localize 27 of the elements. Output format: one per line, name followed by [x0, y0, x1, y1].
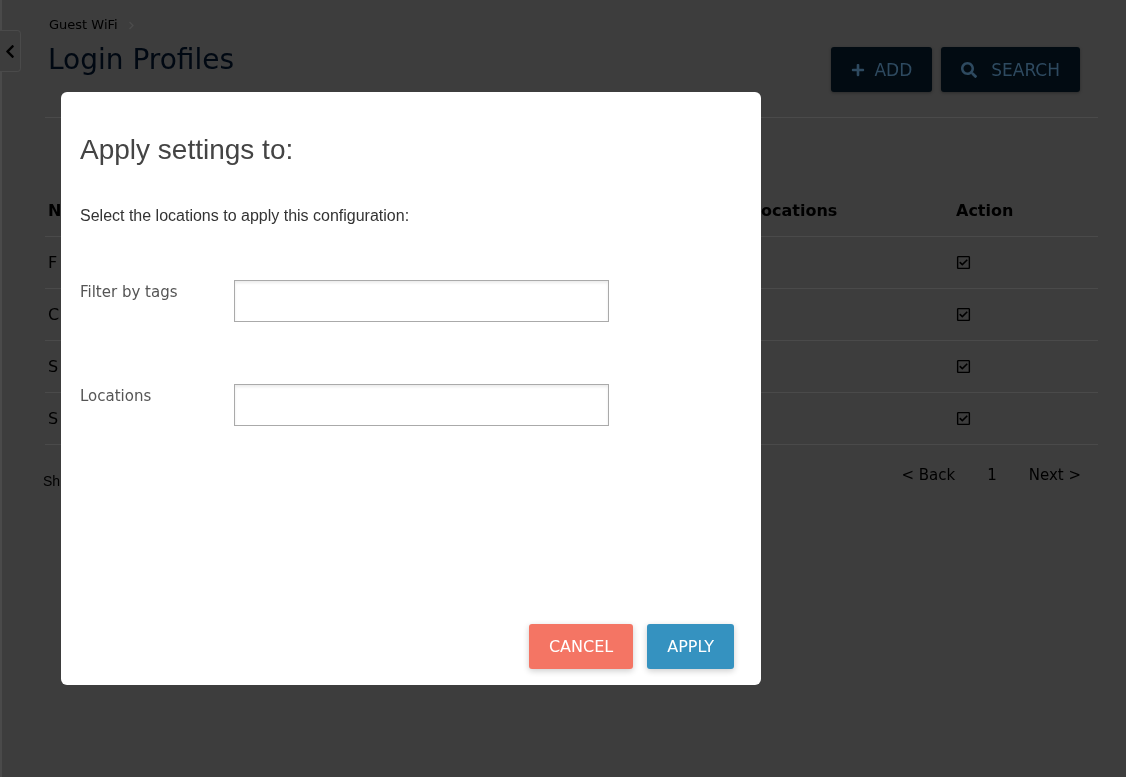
text-input[interactable] — [234, 384, 609, 426]
page-link[interactable]: 1 — [987, 465, 997, 485]
column-header: Action — [956, 201, 1014, 220]
field-label: Locations — [80, 387, 152, 405]
dialog-instruction: Select the locations to apply this configuration: — [80, 206, 410, 226]
field-label: Filter by tags — [80, 283, 178, 301]
cancel-button[interactable]: CANCEL — [528, 624, 634, 669]
breadcrumb-link[interactable]: Guest WiFi — [49, 16, 118, 34]
search-button[interactable]: SEARCH — [941, 47, 1080, 92]
sidebar-toggle-button[interactable] — [0, 30, 21, 72]
search-icon — [961, 61, 978, 78]
table-cell: F — [48, 253, 58, 272]
dialog-title: Apply settings to: — [80, 133, 294, 167]
text-input[interactable] — [234, 280, 609, 322]
add-button[interactable]: ADD — [831, 47, 933, 92]
column-header: N — [48, 201, 62, 220]
next-link[interactable]: Next > — [1028, 465, 1081, 485]
plus-icon — [851, 62, 866, 77]
table-cell: S — [48, 409, 59, 428]
column-header: ocations — [761, 201, 838, 220]
table-cell: C — [48, 305, 60, 324]
chevron-left-icon — [5, 43, 15, 59]
page-title: Login Profiles — [48, 42, 235, 78]
summary-text: Sh — [43, 472, 61, 491]
back-link[interactable]: < Back — [901, 465, 956, 485]
table-cell: S — [48, 357, 59, 376]
apply-button[interactable]: APPLY — [647, 624, 734, 669]
